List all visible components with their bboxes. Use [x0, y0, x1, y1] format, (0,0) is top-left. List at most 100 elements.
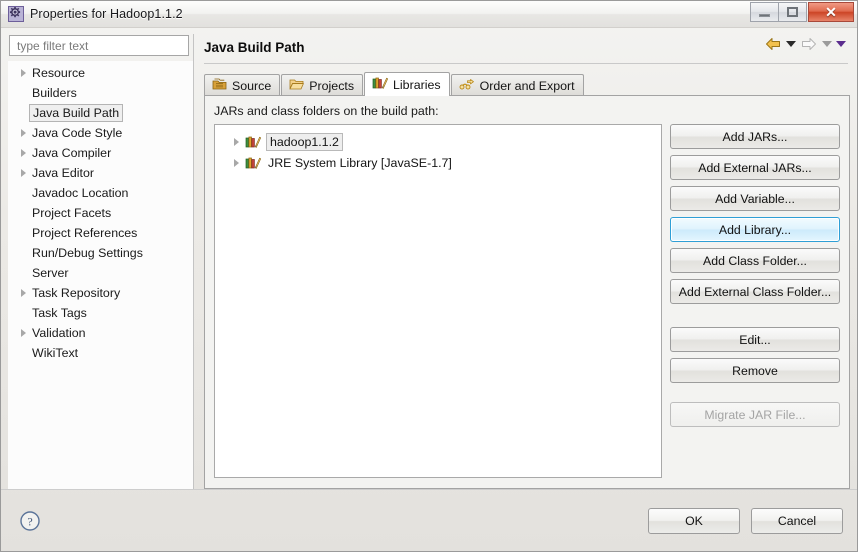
expand-arrow-icon[interactable]: [16, 289, 30, 297]
sidebar-item-label: Java Build Path: [29, 104, 124, 122]
expand-arrow-icon[interactable]: [16, 329, 30, 337]
tab-label: Order and Export: [479, 78, 575, 93]
build-path-tree[interactable]: hadoop1.1.2 JRE System Library [JavaSE-1.…: [214, 124, 662, 478]
minimize-button[interactable]: [750, 2, 779, 22]
sidebar-item-builders[interactable]: Builders: [8, 83, 193, 103]
cancel-button[interactable]: Cancel: [751, 507, 843, 534]
tab-label: Libraries: [393, 77, 441, 92]
sidebar-item-label: Run/Debug Settings: [32, 246, 143, 260]
sidebar-item-label: Resource: [32, 66, 86, 80]
expand-arrow-icon[interactable]: [16, 149, 30, 157]
sidebar-item-java-build-path[interactable]: Java Build Path: [8, 103, 193, 123]
forward-history-chevron-down-icon: [822, 41, 832, 47]
source-package-icon: [212, 77, 227, 94]
sidebar-item-java-editor[interactable]: Java Editor: [8, 163, 193, 183]
sidebar-item-task-repository[interactable]: Task Repository: [8, 283, 193, 303]
footer-buttons: OK Cancel: [648, 507, 843, 534]
expand-arrow-icon[interactable]: [16, 69, 30, 77]
sidebar-item-label: Project References: [32, 226, 138, 240]
sidebar-item-project-facets[interactable]: Project Facets: [8, 203, 193, 223]
tab-libraries[interactable]: Libraries: [364, 72, 450, 96]
edit-button[interactable]: Edit...: [670, 327, 840, 352]
dialog-split: Resource Builders Java Build Path Java Code…: [1, 28, 857, 489]
libraries-button-column: Add JARs... Add External JARs... Add Varia…: [670, 124, 840, 478]
sidebar-item-label: Task Repository: [32, 286, 121, 300]
sidebar-item-label: Task Tags: [32, 306, 87, 320]
title-bar: Properties for Hadoop1.1.2 ✕: [1, 1, 857, 28]
filter-box[interactable]: [9, 35, 189, 56]
migrate-jar-file-button: Migrate JAR File...: [670, 402, 840, 427]
expand-arrow-icon[interactable]: [229, 137, 243, 146]
view-menu-chevron-down-icon[interactable]: [836, 41, 846, 47]
sidebar-item-java-code-style[interactable]: Java Code Style: [8, 123, 193, 143]
sidebar-item-label: Project Facets: [32, 206, 112, 220]
table-row[interactable]: hadoop1.1.2: [219, 131, 657, 152]
table-row[interactable]: JRE System Library [JavaSE-1.7]: [219, 152, 657, 173]
minimize-icon: [759, 13, 770, 17]
sidebar-item-label: Builders: [32, 86, 77, 100]
sidebar-item-label: Server: [32, 266, 69, 280]
back-history-chevron-down-icon[interactable]: [786, 41, 796, 47]
remove-button[interactable]: Remove: [670, 358, 840, 383]
settings-page: Java Build Path Source Projects Librarie…: [194, 34, 850, 489]
libraries-tab-panel: JARs and class folders on the build path…: [204, 95, 850, 489]
order-export-icon: [459, 77, 475, 94]
forward-arrow-icon: [800, 36, 818, 52]
help-question-icon[interactable]: ?: [19, 510, 41, 532]
svg-text:?: ?: [27, 514, 32, 528]
library-books-icon: [245, 135, 262, 149]
library-books-icon: [245, 156, 262, 170]
maximize-button[interactable]: [778, 2, 807, 22]
sidebar-item-validation[interactable]: Validation: [8, 323, 193, 343]
add-library-button[interactable]: Add Library...: [670, 217, 840, 242]
ok-button[interactable]: OK: [648, 507, 740, 534]
sidebar-item-task-tags[interactable]: Task Tags: [8, 303, 193, 323]
gear-icon: [8, 6, 24, 22]
tab-projects[interactable]: Projects: [281, 74, 364, 96]
header-divider: [204, 63, 848, 64]
expand-arrow-icon[interactable]: [229, 158, 243, 167]
tab-label: Source: [232, 78, 272, 93]
add-variable-button[interactable]: Add Variable...: [670, 186, 840, 211]
sidebar-item-wikitext[interactable]: WikiText: [8, 343, 193, 363]
window-controls: ✕: [750, 2, 854, 22]
dialog-footer: ? OK Cancel: [1, 489, 857, 551]
maximize-icon: [787, 7, 798, 17]
search-input[interactable]: [15, 37, 183, 54]
back-arrow-icon[interactable]: [764, 36, 782, 52]
sidebar-item-resource[interactable]: Resource: [8, 63, 193, 83]
add-class-folder-button[interactable]: Add Class Folder...: [670, 248, 840, 273]
library-entry-label: JRE System Library [JavaSE-1.7]: [268, 155, 452, 170]
page-title: Java Build Path: [204, 39, 305, 55]
library-entry-label: hadoop1.1.2: [266, 132, 343, 151]
folder-icon: [289, 77, 305, 94]
settings-sidebar: Resource Builders Java Build Path Java Code…: [8, 34, 194, 489]
sidebar-item-label: Javadoc Location: [32, 186, 129, 200]
add-external-class-folder-button[interactable]: Add External Class Folder...: [670, 279, 840, 304]
expand-arrow-icon[interactable]: [16, 169, 30, 177]
close-button[interactable]: ✕: [808, 2, 854, 22]
close-icon: ✕: [825, 4, 837, 20]
sidebar-item-label: WikiText: [32, 346, 79, 360]
settings-tree: Resource Builders Java Build Path Java Code…: [8, 61, 193, 489]
sidebar-item-label: Java Compiler: [32, 146, 112, 160]
tab-order-and-export[interactable]: Order and Export: [450, 74, 584, 96]
sidebar-item-label: Java Editor: [32, 166, 94, 180]
sidebar-item-run-debug-settings[interactable]: Run/Debug Settings: [8, 243, 193, 263]
page-header: Java Build Path: [204, 34, 850, 60]
libraries-body: hadoop1.1.2 JRE System Library [JavaSE-1.…: [214, 124, 840, 478]
sidebar-item-server[interactable]: Server: [8, 263, 193, 283]
sidebar-item-javadoc-location[interactable]: Javadoc Location: [8, 183, 193, 203]
page-navigation: [764, 36, 846, 52]
expand-arrow-icon[interactable]: [16, 129, 30, 137]
add-jars-button[interactable]: Add JARs...: [670, 124, 840, 149]
properties-dialog: Properties for Hadoop1.1.2 ✕ Resource Bui…: [0, 0, 858, 552]
sidebar-item-java-compiler[interactable]: Java Compiler: [8, 143, 193, 163]
add-external-jars-button[interactable]: Add External JARs...: [670, 155, 840, 180]
sidebar-item-label: Java Code Style: [32, 126, 123, 140]
dialog-content: Resource Builders Java Build Path Java Code…: [1, 28, 857, 551]
library-books-icon: [372, 76, 389, 93]
tab-label: Projects: [309, 78, 355, 93]
sidebar-item-project-references[interactable]: Project References: [8, 223, 193, 243]
tab-source[interactable]: Source: [204, 74, 281, 96]
